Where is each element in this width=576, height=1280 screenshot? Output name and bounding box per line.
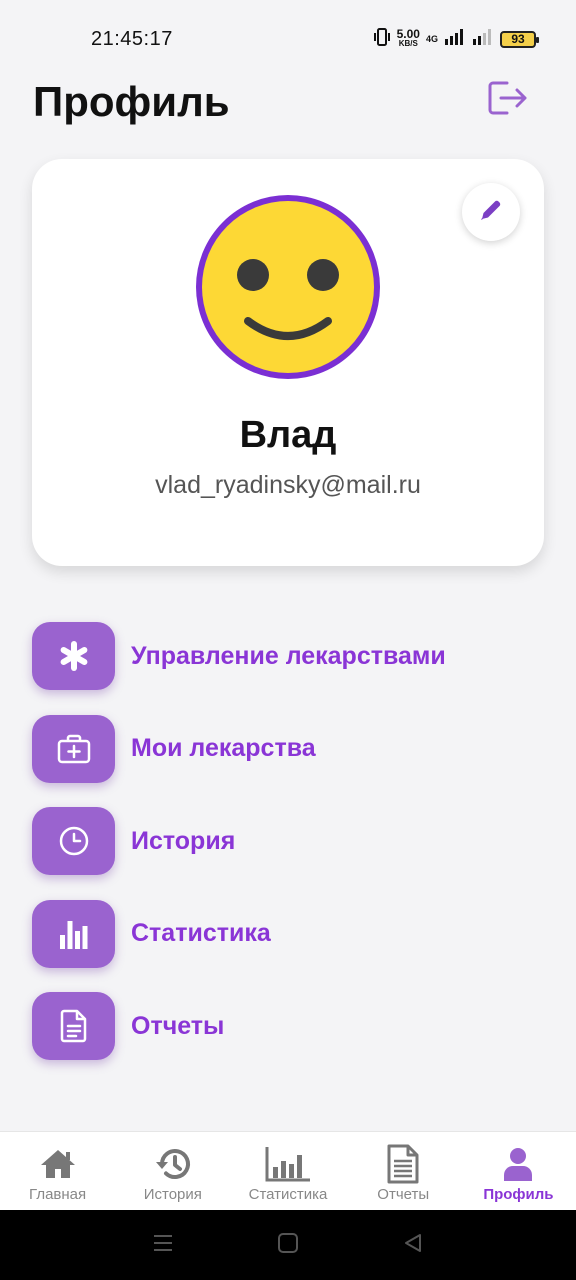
- signal-icon-secondary: [472, 28, 494, 51]
- menu-label: Мои лекарства: [131, 734, 316, 762]
- nav-item-profile[interactable]: Профиль: [461, 1132, 576, 1210]
- nav-item-reports[interactable]: Отчеты: [346, 1132, 461, 1210]
- pencil-icon: [477, 196, 505, 229]
- edit-profile-button[interactable]: [462, 183, 520, 241]
- logout-icon: [487, 80, 529, 121]
- net-speed-unit: KB/S: [398, 39, 418, 48]
- nav-label: Статистика: [248, 1186, 328, 1203]
- nav-item-statistics[interactable]: Статистика: [230, 1132, 345, 1210]
- menu-label: Статистика: [131, 919, 271, 947]
- menu-item-my-medicines[interactable]: Мои лекарства: [32, 714, 544, 783]
- signal-icon: [444, 28, 466, 51]
- network-type: 4G: [425, 33, 438, 44]
- menu-label: Отчеты: [131, 1011, 225, 1040]
- profile-menu: Управление лекарствами Мои лекарства Ист…: [32, 622, 544, 1085]
- user-email: vlad_ryadinsky@mail.ru: [155, 471, 421, 499]
- user-icon: [502, 1144, 534, 1184]
- profile-card: Влад vlad_ryadinsky@mail.ru: [32, 159, 544, 566]
- menu-item-history[interactable]: История: [32, 807, 544, 875]
- avatar: [192, 191, 384, 383]
- menu-item-statistics[interactable]: Статистика: [32, 899, 544, 968]
- status-bar: 21:45:17 5.00 KB/S 4G 93: [0, 0, 576, 76]
- nav-label: Отчеты: [377, 1186, 430, 1203]
- net-speed-value: 5.00: [396, 27, 420, 41]
- history-icon: [154, 1144, 192, 1184]
- net-speed: 5.00 KB/S: [396, 27, 420, 49]
- asterisk-icon: [32, 622, 115, 690]
- clock-icon: [32, 807, 115, 875]
- system-navigation-bar: [0, 1210, 576, 1280]
- vibrate-icon: [373, 27, 391, 52]
- logout-button[interactable]: [486, 80, 530, 120]
- menu-item-reports[interactable]: Отчеты: [32, 992, 544, 1060]
- menu-label: История: [131, 826, 236, 855]
- document-icon: [32, 992, 115, 1060]
- back-triangle-icon: [402, 1232, 424, 1259]
- nav-label: Профиль: [483, 1186, 554, 1203]
- smiley-face-icon: [196, 195, 380, 379]
- medical-case-icon: [32, 714, 115, 783]
- system-menu-button[interactable]: [143, 1225, 183, 1265]
- bar-chart-icon: [32, 899, 115, 968]
- user-name: Влад: [239, 414, 337, 456]
- square-icon: [277, 1232, 299, 1259]
- bottom-navigation: Главная История Статистика Отчеты Профил…: [0, 1131, 576, 1210]
- nav-item-home[interactable]: Главная: [0, 1132, 115, 1210]
- nav-label: Главная: [29, 1186, 87, 1203]
- status-icons: 5.00 KB/S 4G 93: [373, 26, 539, 52]
- network-type-label: 4G: [425, 33, 438, 44]
- nav-item-history[interactable]: История: [115, 1132, 230, 1210]
- system-back-button[interactable]: [393, 1225, 433, 1265]
- profile-screen: 21:45:17 5.00 KB/S 4G 93 Профиль Влад vl…: [0, 0, 576, 1280]
- status-time: 21:45:17: [91, 28, 173, 50]
- bar-chart-icon: [264, 1144, 312, 1184]
- menu-lines-icon: [152, 1233, 174, 1258]
- system-home-button[interactable]: [268, 1225, 308, 1265]
- home-icon: [39, 1144, 77, 1184]
- menu-label: Управление лекарствами: [131, 641, 446, 670]
- page-title: Профиль: [33, 78, 230, 125]
- menu-item-manage-medicines[interactable]: Управление лекарствами: [32, 622, 544, 690]
- battery-indicator: 93: [500, 30, 539, 48]
- document-icon: [386, 1144, 420, 1184]
- nav-label: История: [143, 1186, 202, 1203]
